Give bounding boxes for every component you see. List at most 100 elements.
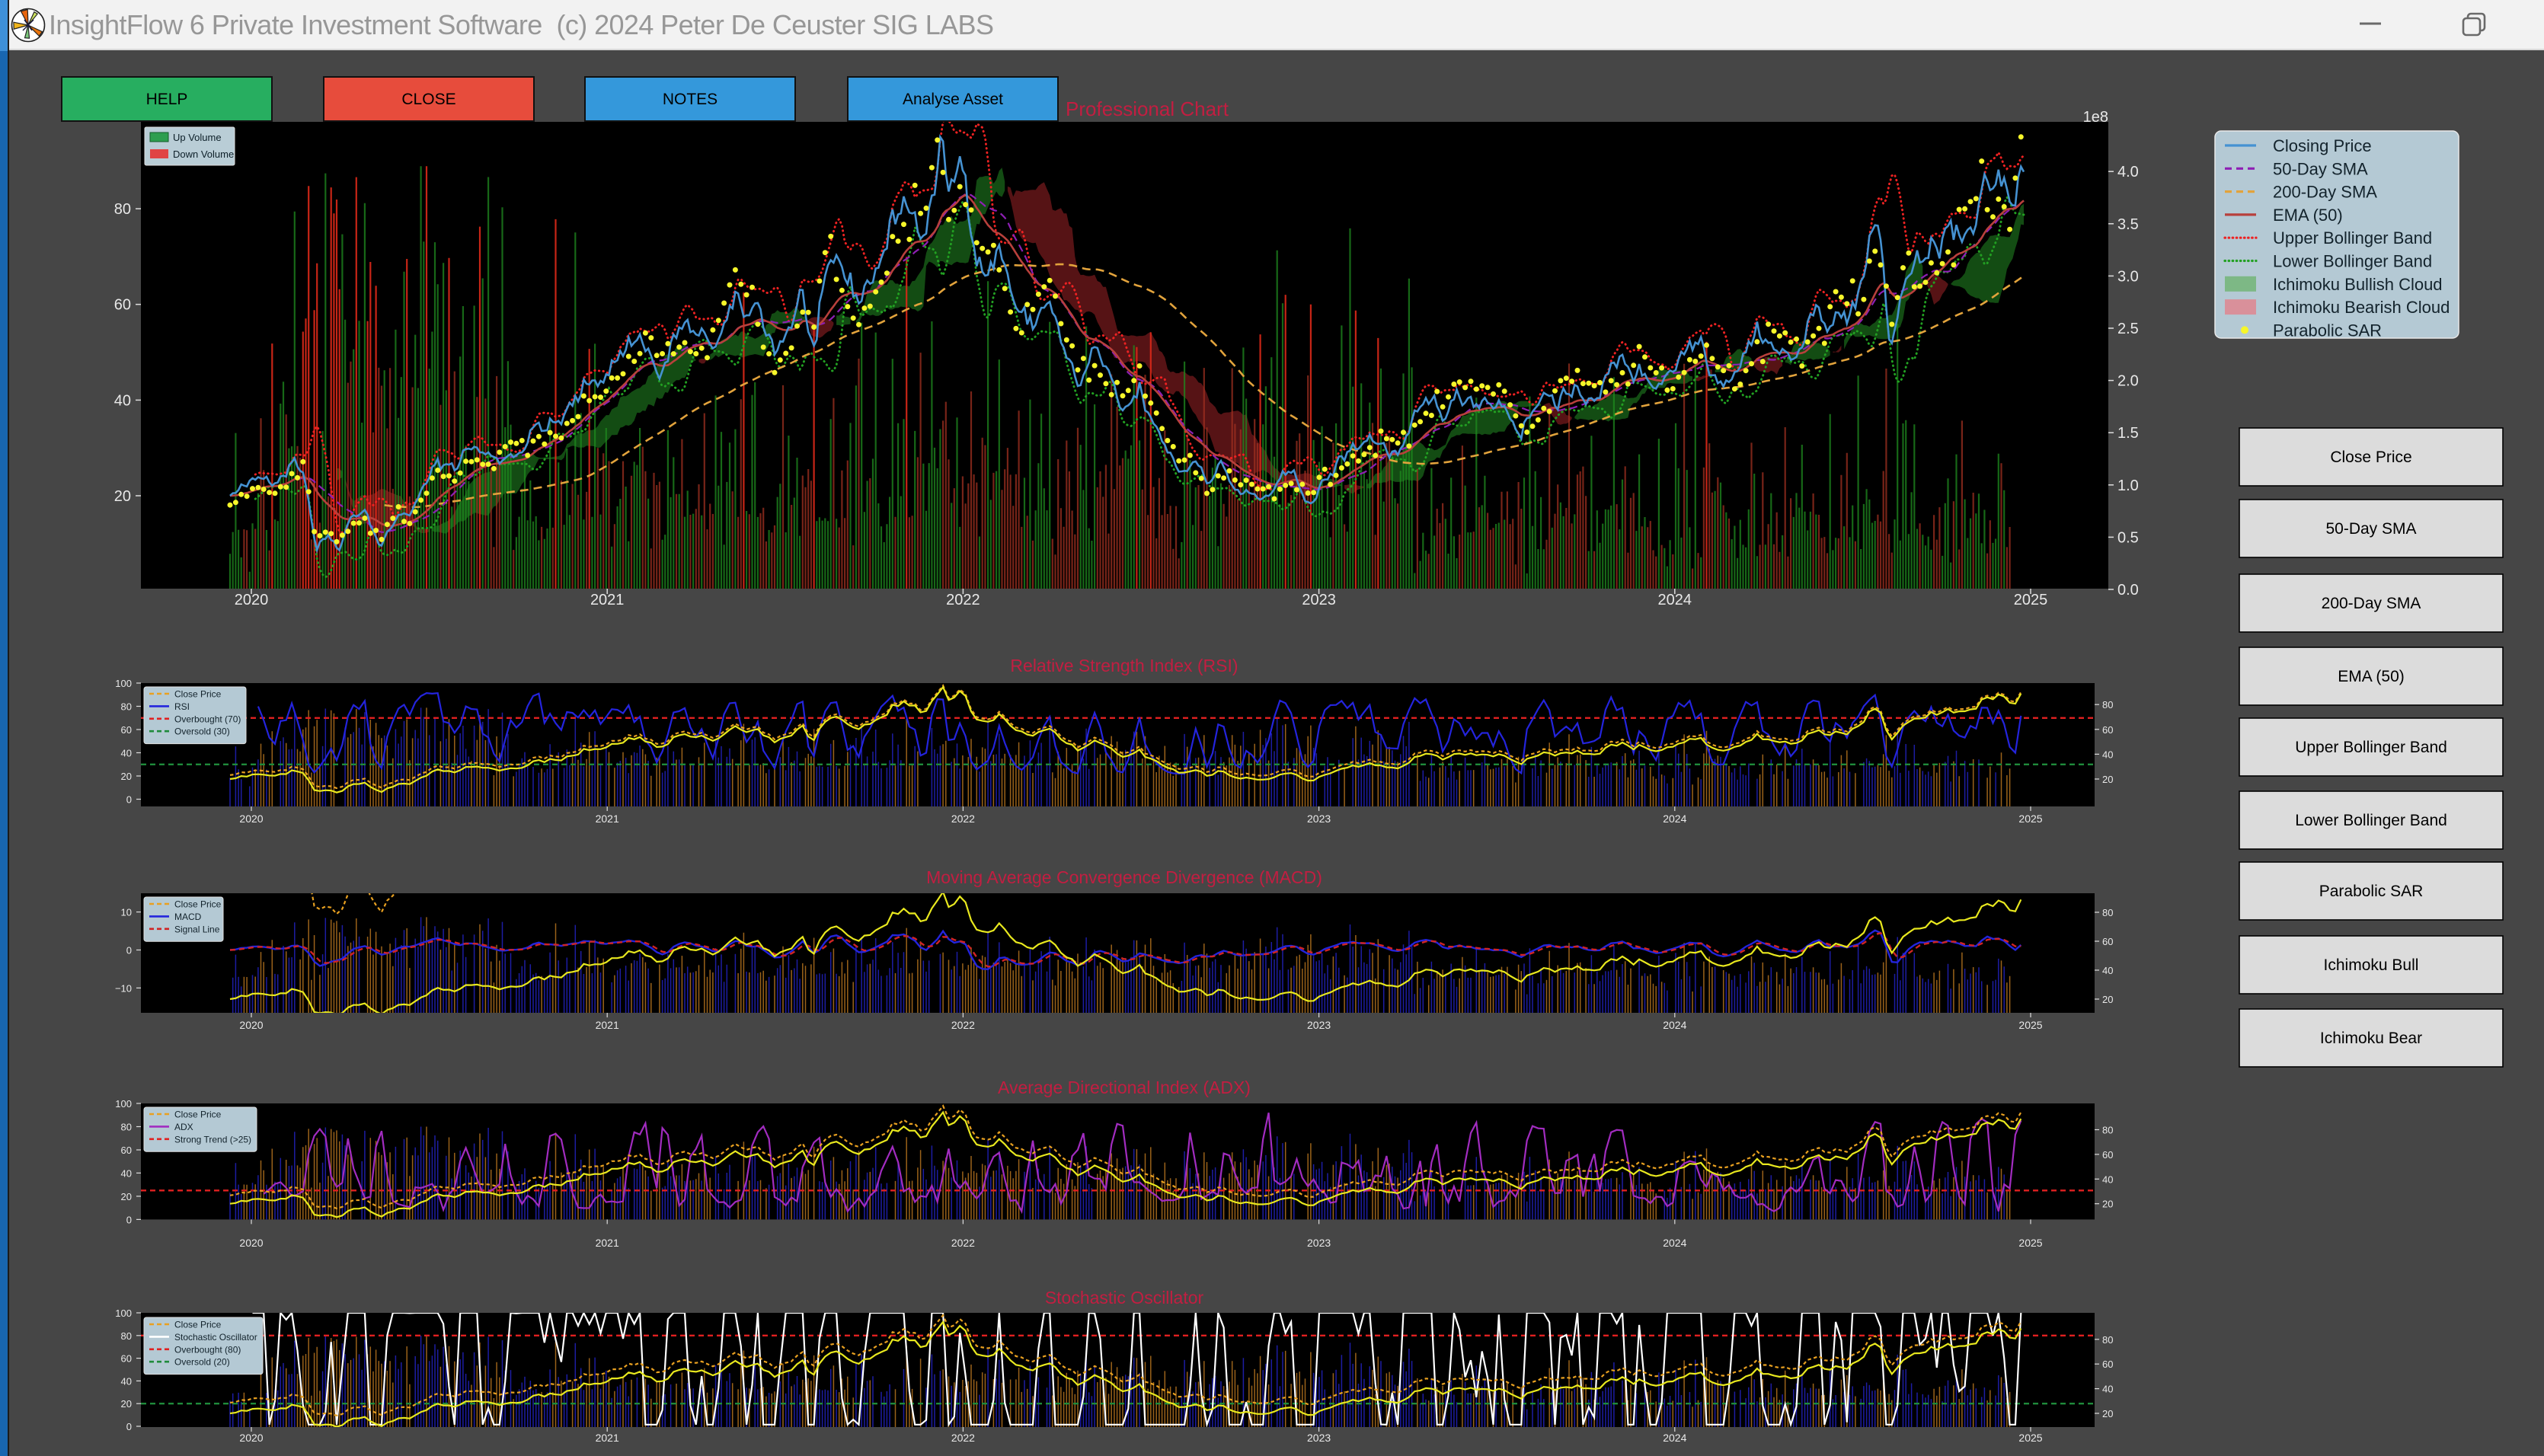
svg-text:Oversold (30): Oversold (30) <box>174 726 230 737</box>
svg-text:Upper Bollinger Band: Upper Bollinger Band <box>2295 739 2447 756</box>
svg-text:60: 60 <box>121 724 132 736</box>
svg-text:Ichimoku Bullish Cloud: Ichimoku Bullish Cloud <box>2273 275 2443 294</box>
svg-text:2.0: 2.0 <box>2117 373 2139 390</box>
svg-text:InsightFlow 6 Private Investme: InsightFlow 6 Private Investment Softwar… <box>49 9 993 40</box>
svg-text:100: 100 <box>115 678 132 689</box>
svg-text:60: 60 <box>121 1145 132 1156</box>
svg-text:2023: 2023 <box>1307 813 1331 825</box>
svg-text:60: 60 <box>2102 936 2113 947</box>
svg-text:80: 80 <box>121 701 132 713</box>
svg-text:2.5: 2.5 <box>2117 321 2139 337</box>
svg-text:0: 0 <box>126 945 132 956</box>
svg-text:Close Price: Close Price <box>174 899 222 910</box>
svg-text:2024: 2024 <box>1658 592 1692 608</box>
svg-text:Oversold (20): Oversold (20) <box>174 1357 230 1368</box>
svg-text:2024: 2024 <box>1663 1432 1686 1444</box>
svg-text:60: 60 <box>2102 1149 2113 1161</box>
svg-text:4.0: 4.0 <box>2117 164 2139 180</box>
svg-text:Overbought (80): Overbought (80) <box>174 1344 241 1355</box>
svg-text:2020: 2020 <box>239 1237 263 1249</box>
svg-text:1e8: 1e8 <box>2083 109 2108 126</box>
svg-text:Lower Bollinger Band: Lower Bollinger Band <box>2273 252 2432 271</box>
svg-text:EMA (50): EMA (50) <box>2273 206 2343 225</box>
svg-text:1.5: 1.5 <box>2117 425 2139 442</box>
svg-text:Closing Price: Closing Price <box>2273 136 2372 155</box>
svg-text:50-Day SMA: 50-Day SMA <box>2325 520 2416 538</box>
svg-text:2023: 2023 <box>1307 1237 1331 1249</box>
svg-text:20: 20 <box>114 488 131 505</box>
svg-text:20: 20 <box>121 1191 132 1202</box>
svg-text:Average Directional Index (ADX: Average Directional Index (ADX) <box>998 1078 1251 1097</box>
svg-text:2024: 2024 <box>1663 1019 1686 1031</box>
svg-text:0.0: 0.0 <box>2117 582 2139 599</box>
svg-text:60: 60 <box>2102 724 2113 736</box>
svg-text:2020: 2020 <box>239 1019 263 1031</box>
svg-text:2022: 2022 <box>951 1019 975 1031</box>
svg-text:2023: 2023 <box>1307 1432 1331 1444</box>
svg-text:Moving Average Convergence Div: Moving Average Convergence Divergence (M… <box>926 867 1322 887</box>
svg-text:2023: 2023 <box>1302 592 1336 608</box>
svg-text:2024: 2024 <box>1663 813 1686 825</box>
svg-text:2021: 2021 <box>596 813 619 825</box>
svg-text:Down Volume: Down Volume <box>173 148 234 160</box>
svg-text:80: 80 <box>2102 907 2113 918</box>
svg-text:Ichimoku Bear: Ichimoku Bear <box>2320 1030 2422 1047</box>
svg-text:−10: −10 <box>115 982 132 994</box>
svg-text:20: 20 <box>2102 774 2113 785</box>
svg-text:Stochastic Oscillator: Stochastic Oscillator <box>1045 1288 1204 1308</box>
svg-text:200-Day SMA: 200-Day SMA <box>2322 595 2421 612</box>
svg-text:40: 40 <box>121 748 132 759</box>
svg-text:Up Volume: Up Volume <box>173 132 222 143</box>
svg-text:2021: 2021 <box>596 1237 619 1249</box>
svg-text:80: 80 <box>2102 1334 2113 1346</box>
svg-text:80: 80 <box>121 1122 132 1133</box>
svg-text:Close Price: Close Price <box>174 689 222 700</box>
svg-text:Ichimoku Bull: Ichimoku Bull <box>2324 956 2419 974</box>
svg-text:0: 0 <box>126 794 132 806</box>
svg-text:Strong Trend (>25): Strong Trend (>25) <box>174 1134 251 1145</box>
svg-text:50-Day SMA: 50-Day SMA <box>2273 159 2368 178</box>
svg-text:2025: 2025 <box>2018 1237 2042 1249</box>
svg-text:0: 0 <box>126 1421 132 1432</box>
svg-text:2021: 2021 <box>596 1432 619 1444</box>
svg-text:20: 20 <box>121 771 132 782</box>
svg-text:80: 80 <box>2102 699 2113 710</box>
svg-text:NOTES: NOTES <box>663 91 717 108</box>
svg-text:80: 80 <box>2102 1125 2113 1136</box>
svg-text:Close Price: Close Price <box>174 1110 222 1120</box>
svg-text:2022: 2022 <box>951 1237 975 1249</box>
svg-text:2022: 2022 <box>946 592 980 608</box>
svg-text:2022: 2022 <box>951 813 975 825</box>
svg-text:ADX: ADX <box>174 1122 193 1132</box>
svg-text:2025: 2025 <box>2018 1432 2042 1444</box>
svg-text:RSI: RSI <box>174 701 190 712</box>
svg-text:60: 60 <box>121 1353 132 1365</box>
svg-text:1.0: 1.0 <box>2117 477 2139 494</box>
svg-text:40: 40 <box>2102 1173 2113 1185</box>
svg-text:40: 40 <box>2102 1384 2113 1395</box>
svg-text:0.5: 0.5 <box>2117 529 2139 546</box>
svg-text:Signal Line: Signal Line <box>174 924 220 934</box>
svg-text:60: 60 <box>2102 1359 2113 1370</box>
svg-text:40: 40 <box>2102 965 2113 976</box>
svg-text:2024: 2024 <box>1663 1237 1686 1249</box>
svg-text:2022: 2022 <box>951 1432 975 1444</box>
svg-text:CLOSE: CLOSE <box>401 91 455 108</box>
svg-text:2025: 2025 <box>2014 592 2048 608</box>
svg-text:Close Price: Close Price <box>174 1320 222 1330</box>
svg-text:40: 40 <box>121 1167 132 1179</box>
svg-text:2021: 2021 <box>590 592 625 608</box>
svg-text:EMA (50): EMA (50) <box>2338 668 2405 685</box>
svg-text:100: 100 <box>115 1098 132 1110</box>
svg-text:20: 20 <box>121 1398 132 1410</box>
svg-text:2023: 2023 <box>1307 1019 1331 1031</box>
svg-text:Upper Bollinger Band: Upper Bollinger Band <box>2273 228 2432 247</box>
svg-text:20: 20 <box>2102 1408 2113 1419</box>
svg-text:0: 0 <box>126 1214 132 1225</box>
svg-text:Lower Bollinger Band: Lower Bollinger Band <box>2295 812 2447 829</box>
svg-text:40: 40 <box>121 1375 132 1387</box>
svg-text:Stochastic Oscillator: Stochastic Oscillator <box>174 1332 257 1343</box>
svg-text:MACD: MACD <box>174 912 202 922</box>
svg-text:Overbought (70): Overbought (70) <box>174 714 241 724</box>
svg-text:200-Day SMA: 200-Day SMA <box>2273 183 2377 202</box>
